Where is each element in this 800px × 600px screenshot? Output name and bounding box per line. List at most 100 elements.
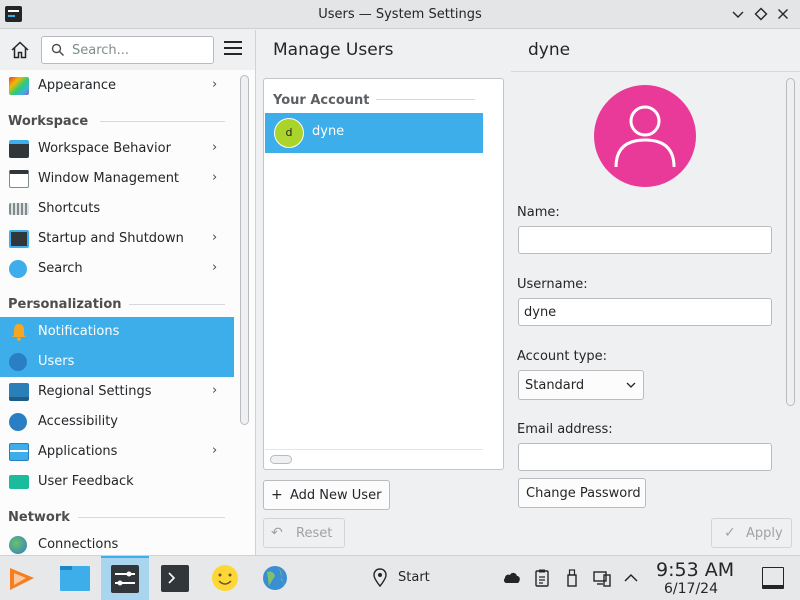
users-icon (9, 353, 27, 371)
network-wired-icon[interactable] (592, 568, 612, 588)
sidebar-scrollbar[interactable] (240, 75, 249, 425)
sidebar-item-user-feedback[interactable]: User Feedback (0, 467, 234, 497)
chevron-right-icon: › (212, 230, 218, 245)
desktop-icon (763, 585, 783, 588)
taskbar-terminal[interactable] (151, 556, 199, 600)
sidebar-item-search[interactable]: Search › (0, 254, 234, 284)
window-title: Users — System Settings (318, 7, 482, 22)
username-field[interactable] (518, 298, 772, 326)
section-header-workspace: Workspace (8, 114, 89, 129)
plus-icon: + (271, 487, 283, 503)
divider (376, 99, 475, 100)
account-type-select[interactable]: Standard (518, 370, 644, 400)
chevron-right-icon: › (212, 383, 218, 398)
user-name: dyne (312, 124, 345, 139)
workspace-behavior-icon (9, 140, 29, 158)
start-label[interactable]: Start (398, 570, 430, 585)
close-icon (778, 9, 788, 19)
clock-time[interactable]: 9:53 AM (656, 559, 734, 581)
chevron-right-icon: › (212, 140, 218, 155)
window-management-icon (9, 170, 29, 188)
taskbar-file-manager[interactable] (51, 556, 99, 600)
account-type-label: Account type: (517, 349, 608, 364)
name-field[interactable] (518, 226, 772, 254)
usb-drive-icon[interactable] (562, 568, 582, 588)
change-password-button[interactable]: Change Password (518, 478, 646, 508)
sidebar-toolbar (0, 30, 255, 70)
taskbar-system-settings[interactable] (101, 556, 149, 600)
taskbar: Start 9:53 AM 6/17/24 (0, 555, 800, 600)
clipboard-icon[interactable] (532, 568, 552, 588)
email-label: Email address: (517, 422, 613, 437)
title-bar: Users — System Settings (0, 0, 800, 29)
sidebar-item-regional-settings[interactable]: Regional Settings › (0, 377, 234, 407)
clock-date[interactable]: 6/17/24 (664, 581, 718, 597)
sidebar-item-workspace-behavior[interactable]: Workspace Behavior › (0, 134, 234, 164)
sidebar-item-notifications[interactable]: Notifications (0, 317, 234, 347)
apply-button[interactable]: ✓ Apply (711, 518, 792, 548)
user-avatar[interactable] (594, 85, 696, 187)
smiley-icon (212, 565, 238, 591)
hamburger-menu-button[interactable] (224, 41, 242, 57)
user-list-item[interactable]: d dyne (265, 113, 483, 153)
sidebar-item-applications[interactable]: Applications › (0, 437, 234, 467)
minimize-button[interactable] (729, 5, 747, 23)
search-input[interactable] (72, 41, 210, 59)
horizontal-scrollbar[interactable] (270, 455, 292, 464)
username-label: Username: (517, 277, 588, 292)
map-pin-icon[interactable] (372, 568, 388, 588)
check-icon: ✓ (724, 525, 736, 541)
application-launcher[interactable] (0, 556, 48, 600)
search-field[interactable] (41, 36, 214, 64)
divider (100, 121, 225, 122)
add-new-user-button[interactable]: + Add New User (263, 480, 390, 510)
detail-scrollbar[interactable] (786, 78, 795, 406)
applications-icon (9, 443, 29, 461)
email-field[interactable] (518, 443, 772, 471)
launcher-icon (10, 568, 34, 590)
sidebar-item-startup-shutdown[interactable]: Startup and Shutdown › (0, 224, 234, 254)
search-icon (9, 260, 27, 278)
bell-icon (12, 324, 26, 341)
section-header-network: Network (8, 510, 70, 525)
person-icon (614, 105, 676, 168)
sidebar-item-shortcuts[interactable]: Shortcuts (0, 194, 234, 224)
maximize-button[interactable] (752, 5, 770, 23)
home-icon (11, 41, 29, 59)
cloud-sync-icon[interactable] (502, 568, 522, 588)
reset-button[interactable]: ↶ Reset (263, 518, 345, 548)
page-title: Manage Users (273, 40, 394, 60)
home-button[interactable] (9, 39, 31, 61)
chevron-up-icon[interactable] (621, 568, 641, 588)
regional-icon (9, 383, 29, 401)
name-label: Name: (517, 205, 560, 220)
chevron-right-icon: › (212, 77, 218, 92)
diamond-icon (754, 7, 768, 21)
section-header-your-account: Your Account (273, 93, 370, 108)
chevron-right-icon: › (212, 170, 218, 185)
taskbar-emoji[interactable] (201, 556, 249, 600)
taskbar-browser[interactable] (251, 556, 299, 600)
sidebar-item-appearance[interactable]: Appearance › (0, 71, 234, 101)
sidebar-item-connections[interactable]: Connections (0, 530, 234, 555)
section-header-personalization: Personalization (8, 297, 122, 312)
sidebar-item-accessibility[interactable]: Accessibility (0, 407, 234, 437)
folder-icon (60, 566, 90, 591)
show-desktop-button[interactable] (762, 567, 784, 589)
hamburger-icon (224, 41, 242, 43)
globe-icon (263, 566, 287, 590)
search-icon (51, 43, 65, 57)
keyboard-icon (9, 203, 29, 215)
divider (78, 517, 225, 518)
chevron-down-icon (626, 382, 636, 388)
appearance-icon (9, 77, 29, 95)
close-button[interactable] (774, 5, 792, 23)
sidebar-item-users[interactable]: Users (0, 347, 234, 377)
sidebar-item-window-management[interactable]: Window Management › (0, 164, 234, 194)
chevron-right-icon: › (212, 443, 218, 458)
settings-sliders-icon (111, 565, 139, 593)
sidebar: Appearance › Workspace Workspace Behavio… (0, 30, 256, 555)
user-detail-title: dyne (528, 40, 571, 60)
accessibility-icon (9, 413, 27, 431)
avatar: d (274, 118, 304, 148)
